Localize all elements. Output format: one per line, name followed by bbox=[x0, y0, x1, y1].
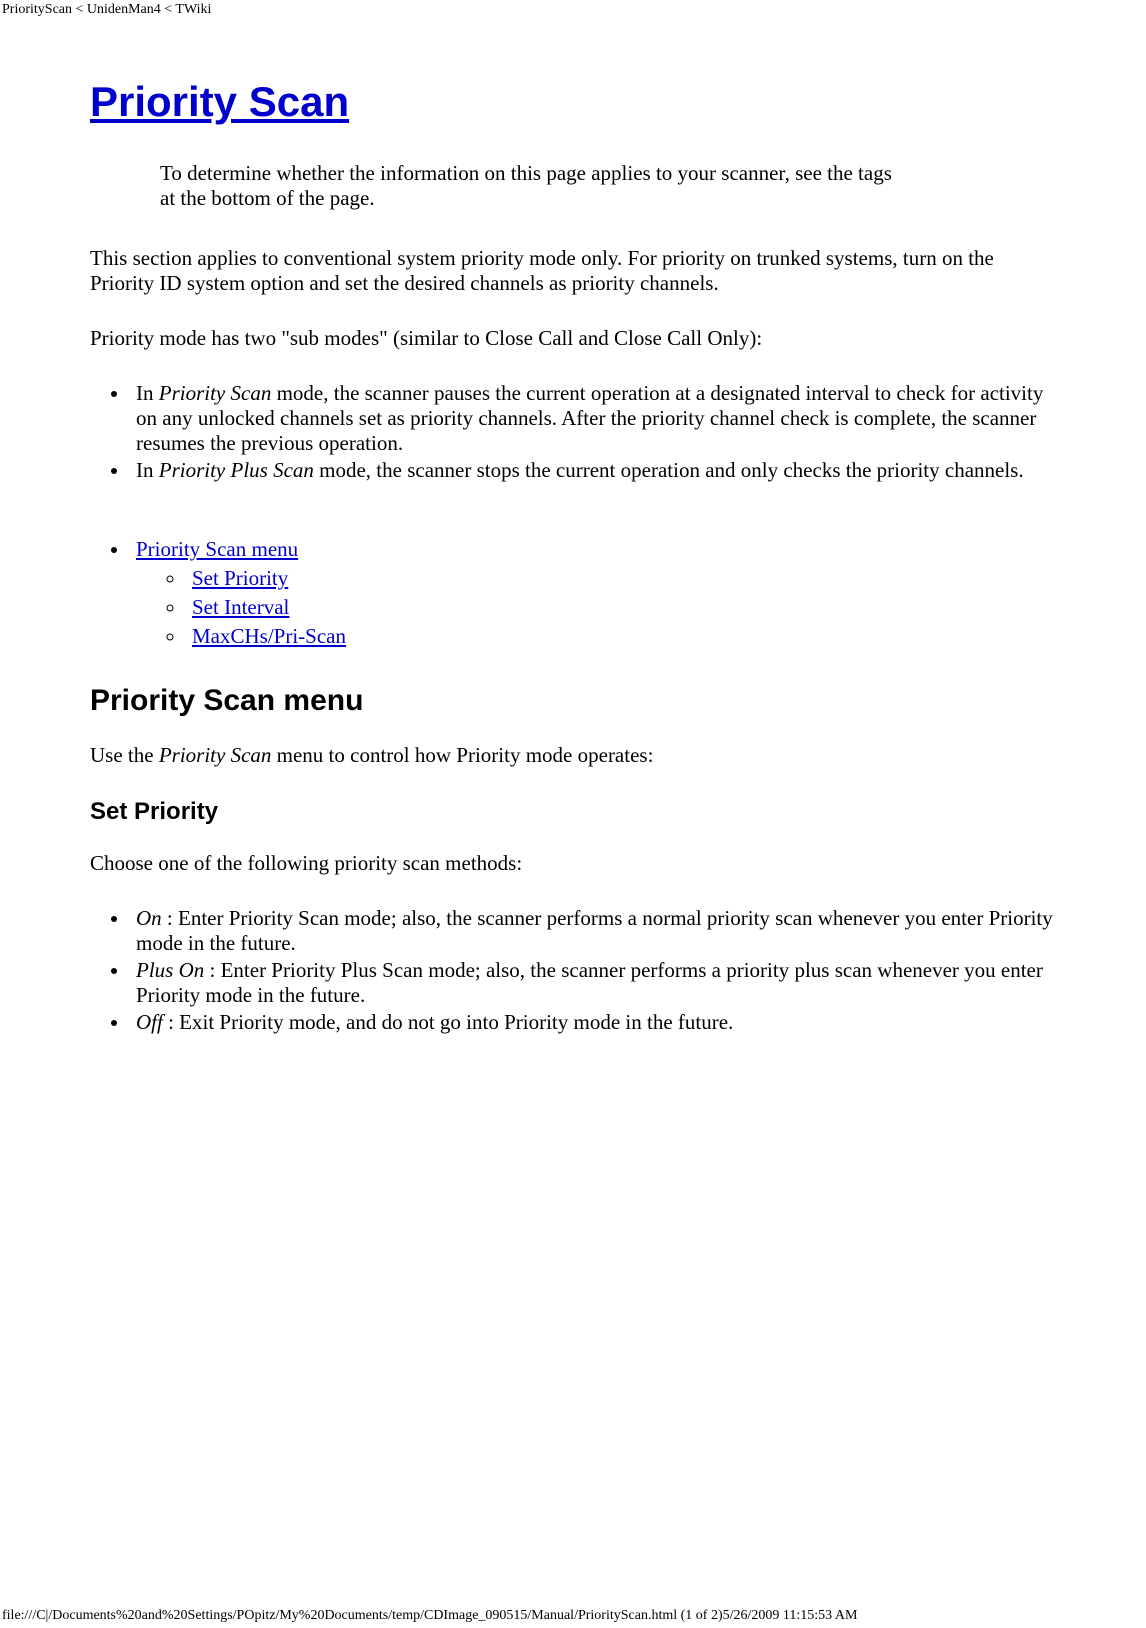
text: In bbox=[136, 381, 159, 405]
toc-sublist: Set Priority Set Interval MaxCHs/Pri-Sca… bbox=[186, 566, 1056, 649]
text: : Enter Priority Scan mode; also, the sc… bbox=[136, 906, 1053, 955]
page-title: Priority Scan bbox=[90, 78, 1056, 126]
menu-name: Priority Scan bbox=[159, 743, 272, 767]
paragraph-submodes: Priority mode has two "sub modes" (simil… bbox=[90, 326, 1056, 351]
browser-title: PriorityScan < UnidenMan4 < TWiki bbox=[0, 0, 1146, 18]
toc-link-set-interval[interactable]: Set Interval bbox=[192, 595, 289, 619]
list-item: In Priority Scan mode, the scanner pause… bbox=[130, 381, 1056, 456]
list-item: Plus On : Enter Priority Plus Scan mode;… bbox=[130, 958, 1056, 1008]
heading-set-priority: Set Priority bbox=[90, 798, 1056, 826]
mode-name: Priority Plus Scan bbox=[159, 458, 314, 482]
list-item: In Priority Plus Scan mode, the scanner … bbox=[130, 458, 1056, 483]
method-name: Off bbox=[136, 1010, 163, 1034]
text: : Enter Priority Plus Scan mode; also, t… bbox=[136, 958, 1043, 1007]
footer-path: file:///C|/Documents%20and%20Settings/PO… bbox=[2, 1608, 857, 1624]
paragraph-choose: Choose one of the following priority sca… bbox=[90, 851, 1056, 876]
paragraph-use-menu: Use the Priority Scan menu to control ho… bbox=[90, 743, 1056, 768]
text: In bbox=[136, 458, 159, 482]
toc-link-maxchs[interactable]: MaxCHs/Pri-Scan bbox=[192, 624, 346, 648]
mode-list: In Priority Scan mode, the scanner pause… bbox=[130, 381, 1056, 483]
list-item: Off : Exit Priority mode, and do not go … bbox=[130, 1010, 1056, 1035]
text: mode, the scanner stops the current oper… bbox=[314, 458, 1024, 482]
mode-name: Priority Scan bbox=[159, 381, 272, 405]
toc-link-priority-scan-menu[interactable]: Priority Scan menu bbox=[136, 537, 298, 561]
heading-priority-scan-menu: Priority Scan menu bbox=[90, 684, 1056, 718]
method-name: Plus On bbox=[136, 958, 204, 982]
list-item: On : Enter Priority Scan mode; also, the… bbox=[130, 906, 1056, 956]
toc-subitem: Set Priority bbox=[186, 566, 1056, 591]
table-of-contents: Priority Scan menu Set Priority Set Inte… bbox=[130, 537, 1056, 649]
toc-subitem: Set Interval bbox=[186, 595, 1056, 620]
intro-paragraph: To determine whether the information on … bbox=[160, 161, 906, 211]
page-content: Priority Scan To determine whether the i… bbox=[0, 18, 1146, 1095]
text: : Exit Priority mode, and do not go into… bbox=[163, 1010, 733, 1034]
paragraph-applies: This section applies to conventional sys… bbox=[90, 246, 1056, 296]
text: Use the bbox=[90, 743, 159, 767]
toc-subitem: MaxCHs/Pri-Scan bbox=[186, 624, 1056, 649]
toc-link-set-priority[interactable]: Set Priority bbox=[192, 566, 288, 590]
toc-item: Priority Scan menu Set Priority Set Inte… bbox=[130, 537, 1056, 649]
method-name: On bbox=[136, 906, 162, 930]
title-link[interactable]: Priority Scan bbox=[90, 78, 349, 125]
text: mode, the scanner pauses the current ope… bbox=[136, 381, 1043, 455]
method-list: On : Enter Priority Scan mode; also, the… bbox=[130, 906, 1056, 1035]
text: menu to control how Priority mode operat… bbox=[271, 743, 653, 767]
